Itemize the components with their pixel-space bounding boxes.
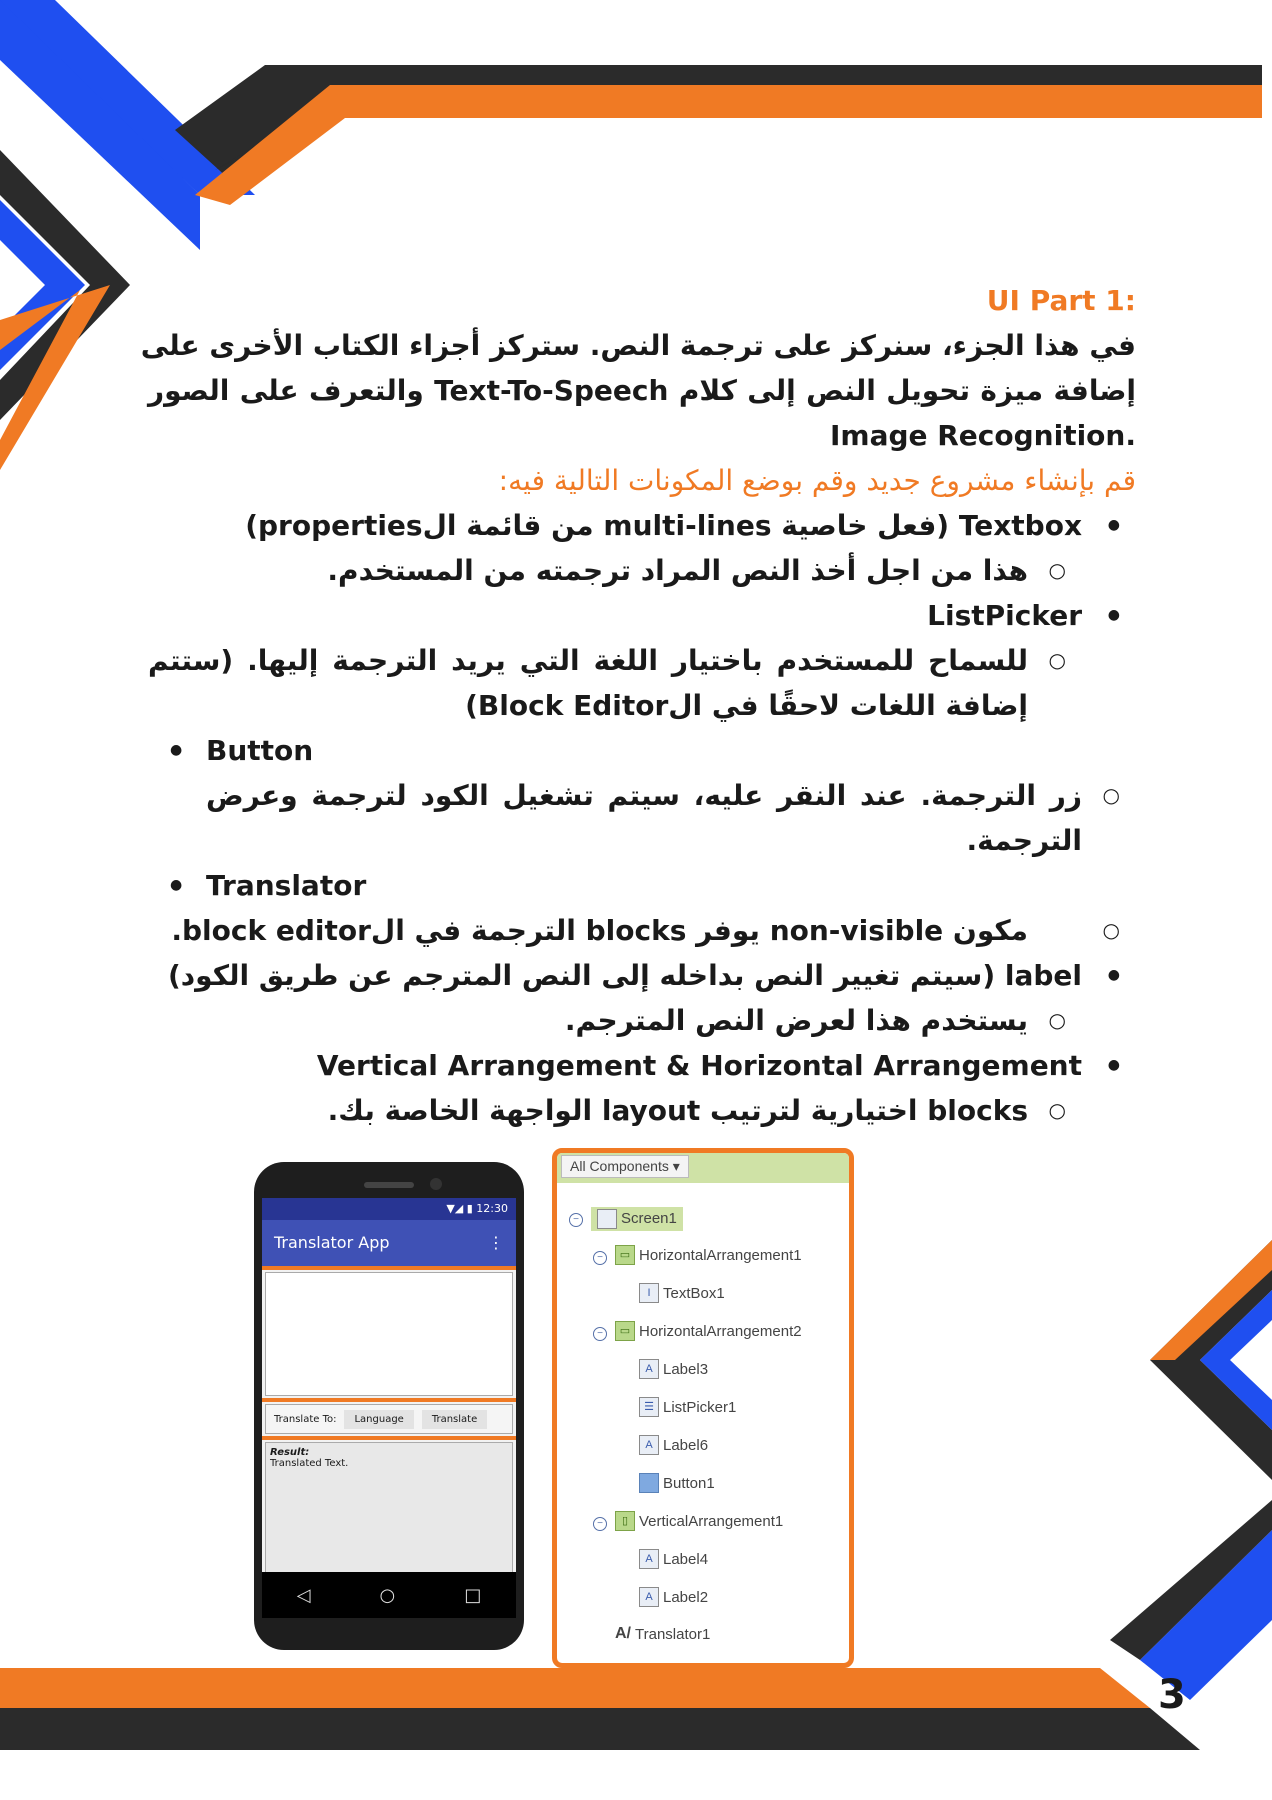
label-icon: A: [639, 1587, 659, 1607]
tree-item-textbox1[interactable]: I TextBox1: [639, 1283, 725, 1303]
collapse-toggle-icon[interactable]: −: [593, 1517, 607, 1531]
textbox-icon: I: [639, 1283, 659, 1303]
label-icon: A: [639, 1549, 659, 1569]
item-arrangement-desc: blocks اختيارية لترتيب layout الواجهة ال…: [148, 1088, 1136, 1133]
vertical-arrangement-icon: ▯: [615, 1511, 635, 1531]
screen-icon: [597, 1209, 617, 1229]
intro-line-2: إضافة ميزة تحويل النص إلى كلام Text-To-S…: [148, 374, 1136, 407]
intro-line-1: في هذا الجزء، سنركز على ترجمة النص. سترك…: [140, 329, 1136, 362]
app-title: Translator App: [274, 1233, 390, 1252]
nav-bar: ◁ ○ □: [262, 1572, 516, 1618]
separator: [262, 1266, 516, 1270]
phone-mockup: ▼◢ ▮ 12:30 Translator App ⋮ Translate To…: [254, 1162, 524, 1650]
main-content: :UI Part 1 في هذا الجزء، سنركز على ترجمة…: [140, 278, 1136, 1133]
horizontal-arrangement-icon: ▭: [615, 1321, 635, 1341]
section-heading: :UI Part 1: [986, 284, 1136, 317]
tree-item-label4[interactable]: A Label4: [639, 1549, 708, 1569]
translate-button[interactable]: Translate: [421, 1409, 488, 1429]
status-bar: ▼◢ ▮ 12:30: [262, 1198, 516, 1220]
item-listpicker-desc-1: للسماح للمستخدم باختيار اللغة التي يريد …: [148, 638, 1136, 683]
tree-item-horizontal-arrangement2[interactable]: ▭ HorizontalArrangement2: [615, 1321, 802, 1341]
button-icon: [639, 1473, 659, 1493]
text-input-box[interactable]: [265, 1272, 513, 1396]
item-label-desc: يستخدم هذا لعرض النص المترجم.: [148, 998, 1136, 1043]
label-icon: A: [639, 1359, 659, 1379]
recent-apps-icon[interactable]: □: [464, 1585, 481, 1606]
tree-item-listpicker1[interactable]: ☰ ListPicker1: [639, 1397, 736, 1417]
item-textbox-desc: هذا من اجل أخذ النص المراد ترجمته من الم…: [148, 548, 1136, 593]
item-button-desc-2: الترجمة.: [966, 824, 1082, 857]
page-number: 3: [1158, 1672, 1186, 1718]
panel-header: All Components ▾: [557, 1153, 849, 1183]
tree-item-label3[interactable]: A Label3: [639, 1359, 708, 1379]
collapse-toggle-icon[interactable]: −: [569, 1213, 583, 1227]
horizontal-arrangement-icon: ▭: [615, 1245, 635, 1265]
intro-line-3: .Image Recognition: [829, 419, 1136, 452]
collapse-toggle-icon[interactable]: −: [593, 1327, 607, 1341]
tree-item-horizontal-arrangement1[interactable]: ▭ HorizontalArrangement1: [615, 1245, 802, 1265]
result-area: Result: Translated Text.: [265, 1442, 513, 1580]
label-icon: A: [639, 1435, 659, 1455]
tree-item-label2[interactable]: A Label2: [639, 1587, 708, 1607]
tree-item-button1[interactable]: Button1: [639, 1473, 715, 1493]
item-arrangement: Vertical Arrangement & Horizontal Arrang…: [148, 1043, 1136, 1088]
phone-screen: ▼◢ ▮ 12:30 Translator App ⋮ Translate To…: [262, 1198, 516, 1618]
collapse-toggle-icon[interactable]: −: [593, 1251, 607, 1265]
tree-item-translator1[interactable]: A/Translator1: [615, 1625, 710, 1643]
phone-speaker: [364, 1182, 414, 1188]
app-bar: Translator App ⋮: [262, 1220, 516, 1266]
phone-camera: [430, 1178, 442, 1190]
instruction: قم بإنشاء مشروع جديد وقم بوضع المكونات ا…: [498, 464, 1136, 497]
components-dropdown[interactable]: All Components ▾: [561, 1155, 689, 1178]
separator: [262, 1436, 516, 1440]
language-picker-button[interactable]: Language: [344, 1409, 414, 1429]
result-label: Result:: [270, 1447, 310, 1458]
translated-text: Translated Text.: [270, 1458, 349, 1469]
separator: [262, 1398, 516, 1402]
item-button-desc-1: زر الترجمة. عند النقر عليه، سيتم تشغيل ا…: [148, 773, 1136, 818]
item-translator-desc: مكون non-visible يوفر blocks الترجمة في …: [148, 908, 1136, 953]
home-icon[interactable]: ○: [380, 1585, 396, 1606]
tree-item-vertical-arrangement1[interactable]: ▯ VerticalArrangement1: [615, 1511, 783, 1531]
item-label: label (سيتم تغيير النص بداخله إلى النص ا…: [148, 953, 1136, 998]
item-button: Button: [148, 728, 1136, 773]
components-panel: All Components ▾ − Screen1 − ▭ Horizontal…: [552, 1148, 854, 1668]
item-textbox: Textbox (فعل خاصية multi-lines من قائمة …: [148, 503, 1136, 548]
status-time: 12:30: [476, 1202, 508, 1215]
translate-to-label: Translate To:: [274, 1413, 337, 1425]
item-listpicker: ListPicker: [148, 593, 1136, 638]
item-translator: Translator: [148, 863, 1136, 908]
translate-row: Translate To: Language Translate: [265, 1404, 513, 1434]
overflow-menu-icon[interactable]: ⋮: [488, 1220, 504, 1266]
signal-icon: ▼◢ ▮: [446, 1202, 477, 1215]
tree-item-screen1[interactable]: Screen1: [591, 1207, 683, 1231]
item-listpicker-desc-2: إضافة اللغات لاحقًا في الBlock Editor): [465, 689, 1028, 722]
translator-icon: A/: [615, 1625, 631, 1642]
tree-item-label6[interactable]: A Label6: [639, 1435, 708, 1455]
back-icon[interactable]: ◁: [297, 1585, 311, 1606]
listpicker-icon: ☰: [639, 1397, 659, 1417]
